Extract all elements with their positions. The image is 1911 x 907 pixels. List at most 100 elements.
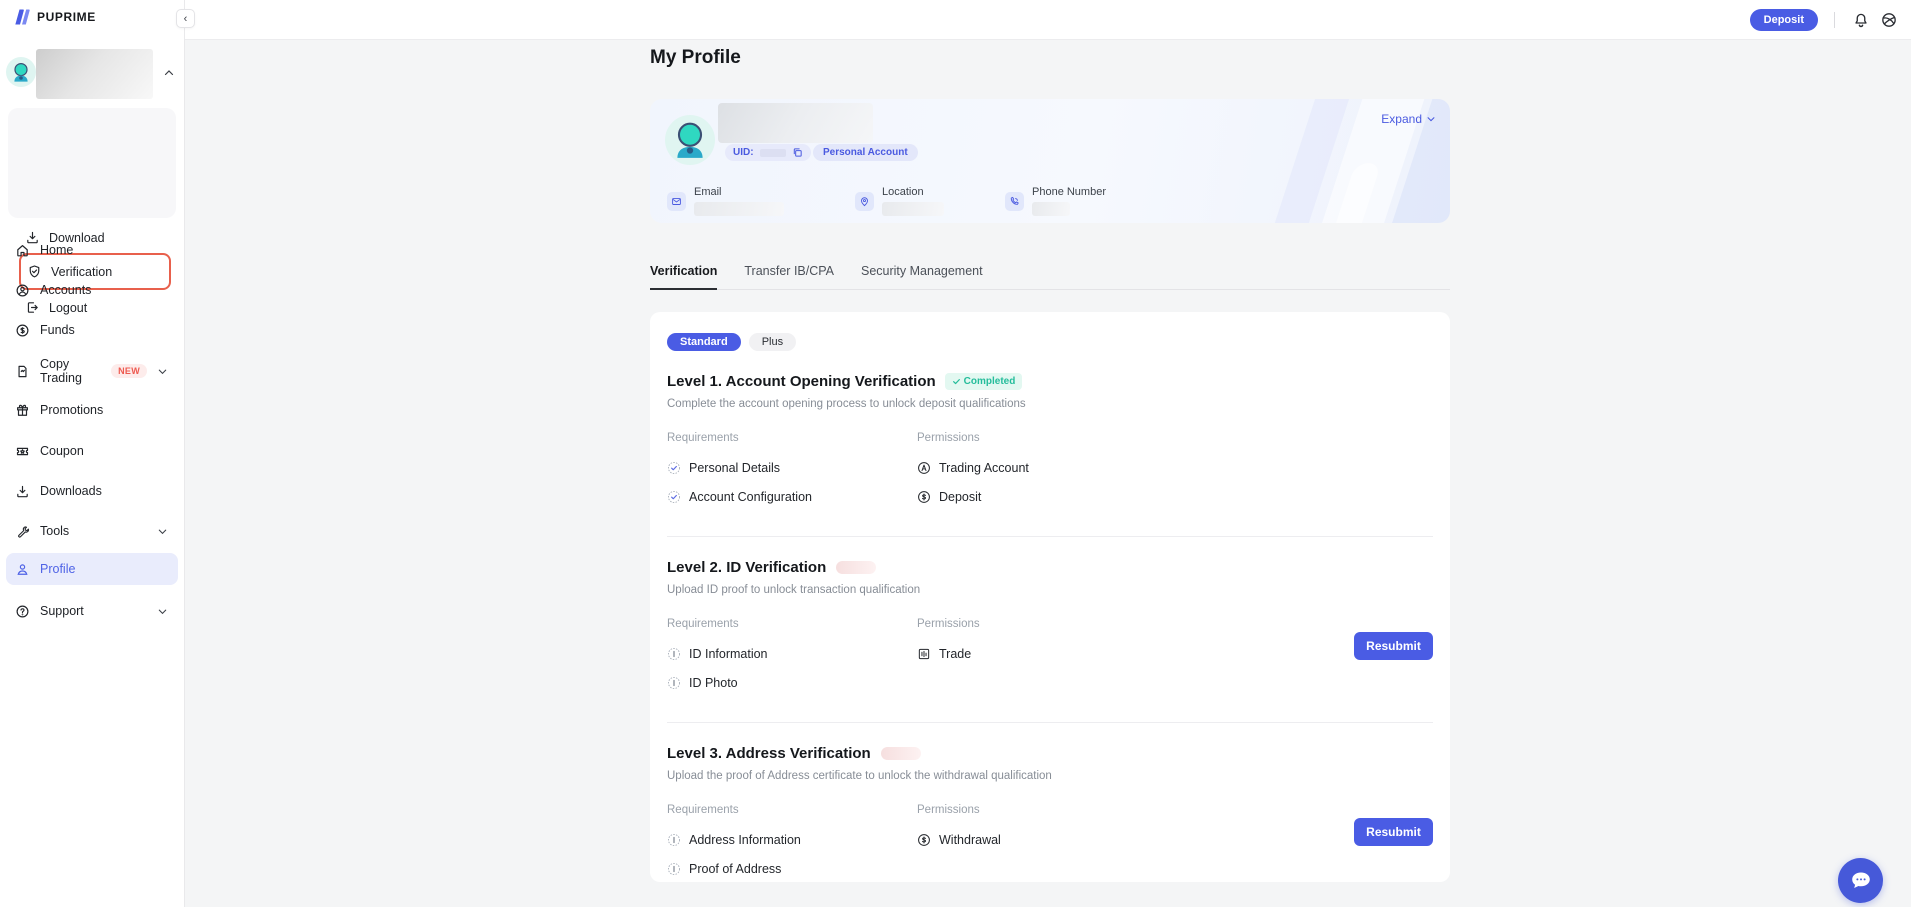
chevron-up-icon[interactable] — [163, 66, 175, 78]
profile-field-phone: Phone Number — [1005, 186, 1106, 216]
requirement-item: Proof of Address — [667, 861, 917, 877]
plan-toggle: Standard Plus — [667, 333, 1433, 351]
language-globe-icon[interactable] — [1880, 11, 1898, 29]
pending-circle-icon — [667, 647, 681, 661]
status-badge-redacted — [881, 747, 921, 760]
profile-field-location: Location — [855, 186, 944, 216]
permission-label: Trade — [939, 647, 971, 661]
sidebar-item-label: Promotions — [40, 403, 103, 417]
mail-icon — [667, 192, 686, 211]
sidebar-item-label: Funds — [40, 323, 75, 337]
permission-label: Trading Account — [939, 461, 1029, 475]
sidebar-item-label: Profile — [40, 562, 75, 576]
sidebar-collapse-button[interactable]: ‹ — [176, 9, 195, 28]
sidebar-item-label: Copy Trading — [40, 357, 101, 385]
copy-icon[interactable] — [792, 147, 803, 158]
sidebar: PUPRIME Download Verification Logout — [0, 0, 185, 907]
sidebar-item-coupon[interactable]: Coupon — [6, 435, 178, 467]
requirement-label: Personal Details — [689, 461, 780, 475]
sidebar-item-funds[interactable]: Funds — [6, 314, 178, 346]
requirement-item: Personal Details — [667, 460, 917, 476]
expand-toggle[interactable]: Expand — [1381, 112, 1436, 126]
field-value-redacted — [1032, 202, 1070, 216]
chevron-down-icon — [157, 606, 168, 617]
notifications-bell-icon[interactable] — [1852, 11, 1870, 29]
tab-transfer-ib-cpa[interactable]: Transfer IB/CPA — [744, 264, 834, 289]
sidebar-item-label: Support — [40, 604, 84, 618]
sidebar-item-profile[interactable]: Profile — [6, 553, 178, 585]
tab-security-management[interactable]: Security Management — [861, 264, 983, 289]
permission-item: Withdrawal — [917, 832, 1338, 848]
phone-icon — [1005, 192, 1024, 211]
permission-item: Deposit — [917, 489, 1338, 505]
check-circle-icon — [667, 490, 681, 504]
status-badge: Completed — [945, 373, 1023, 390]
funds-icon — [15, 323, 30, 338]
level-title: Level 3. Address Verification — [667, 745, 871, 762]
profile-name-redacted — [718, 103, 873, 143]
plan-standard[interactable]: Standard — [667, 333, 741, 351]
deposit-button[interactable]: Deposit — [1750, 9, 1818, 31]
plan-plus[interactable]: Plus — [749, 333, 796, 351]
brand-logo-icon — [12, 7, 32, 27]
sidebar-item-tools[interactable]: Tools — [6, 515, 178, 547]
status-badge-redacted — [836, 561, 876, 574]
new-badge: NEW — [111, 364, 147, 378]
check-icon — [952, 377, 961, 386]
field-label: Location — [882, 186, 944, 198]
sidebar-item-home[interactable]: Home — [6, 234, 178, 266]
user-avatar[interactable] — [6, 57, 36, 87]
main-content: My Profile UID: Personal Account Expand — [650, 40, 1450, 882]
downloads-icon — [15, 484, 30, 499]
tab-verification[interactable]: Verification — [650, 264, 717, 290]
sidebar-item-label: Home — [40, 243, 73, 257]
permissions-label: Permissions — [917, 432, 1338, 444]
requirements-label: Requirements — [667, 804, 917, 816]
requirement-item: ID Photo — [667, 675, 917, 691]
sidebar-item-downloads[interactable]: Downloads — [6, 475, 178, 507]
requirement-label: Proof of Address — [689, 862, 781, 876]
sidebar-item-accounts[interactable]: Accounts — [6, 274, 178, 306]
brand-logo[interactable]: PUPRIME — [12, 7, 96, 27]
resubmit-button[interactable]: Resubmit — [1354, 632, 1433, 660]
coupon-icon — [15, 444, 30, 459]
copy-trading-icon — [15, 364, 30, 379]
promotions-icon — [15, 403, 30, 418]
profile-avatar — [665, 115, 715, 165]
permission-label: Deposit — [939, 490, 981, 504]
topbar-divider — [1834, 12, 1835, 28]
requirement-item: Address Information — [667, 832, 917, 848]
check-circle-icon — [667, 461, 681, 475]
sidebar-item-promotions[interactable]: Promotions — [6, 394, 178, 426]
level-2-section: Level 2. ID Verification Upload ID proof… — [667, 559, 1433, 723]
chat-support-button[interactable] — [1838, 858, 1883, 903]
pending-circle-icon — [667, 833, 681, 847]
profile-icon — [15, 562, 30, 577]
requirement-label: ID Information — [689, 647, 768, 661]
resubmit-button[interactable]: Resubmit — [1354, 818, 1433, 846]
pending-circle-icon — [667, 862, 681, 876]
permissions-label: Permissions — [917, 618, 1338, 630]
requirements-label: Requirements — [667, 432, 917, 444]
requirements-label: Requirements — [667, 618, 917, 630]
location-pin-icon — [855, 192, 874, 211]
requirement-label: Account Configuration — [689, 490, 812, 504]
level-description: Complete the account opening process to … — [667, 398, 1433, 410]
level-description: Upload ID proof to unlock transaction qu… — [667, 584, 1433, 596]
level-3-section: Level 3. Address Verification Upload the… — [667, 745, 1433, 890]
sidebar-item-label: Tools — [40, 524, 69, 538]
level-title: Level 1. Account Opening Verification — [667, 373, 936, 390]
sidebar-item-support[interactable]: Support — [6, 595, 178, 627]
chat-bubble-icon — [1849, 869, 1873, 893]
trade-icon — [917, 647, 931, 661]
section-divider — [667, 722, 1433, 723]
uid-badge: UID: — [725, 144, 811, 161]
sidebar-item-copy-trading[interactable]: Copy Trading NEW — [6, 355, 178, 387]
requirement-label: ID Photo — [689, 676, 738, 690]
permission-item: Trade — [917, 646, 1338, 662]
uid-value-redacted — [760, 149, 786, 157]
sidebar-item-label: Coupon — [40, 444, 84, 458]
home-icon — [15, 243, 30, 258]
user-menu: Download Verification Logout — [8, 108, 176, 218]
field-label: Phone Number — [1032, 186, 1106, 198]
